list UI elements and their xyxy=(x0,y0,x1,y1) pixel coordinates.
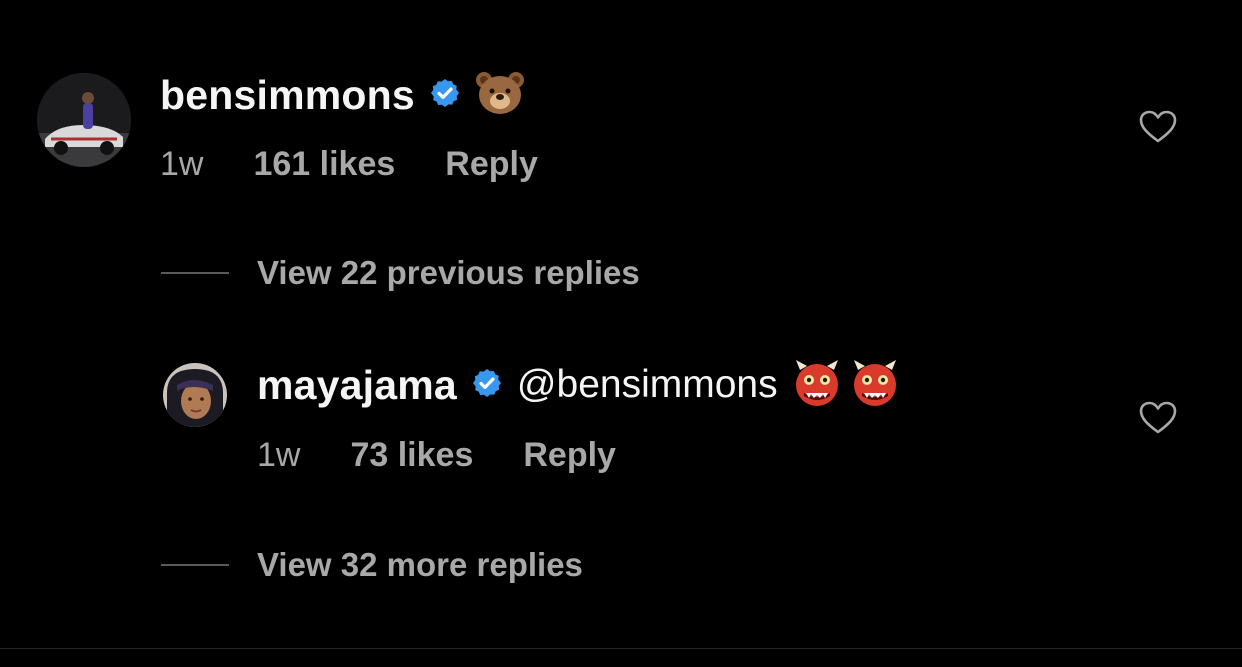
ogre-emoji xyxy=(792,358,842,413)
reply-button[interactable]: Reply xyxy=(523,436,616,475)
likes-count[interactable]: 73 likes xyxy=(350,436,473,475)
verified-badge-icon xyxy=(429,77,461,114)
view-previous-replies[interactable]: View 22 previous replies xyxy=(161,253,640,293)
avatar[interactable] xyxy=(37,73,131,167)
username[interactable]: bensimmons xyxy=(160,72,415,119)
avatar-photo-icon xyxy=(37,73,131,167)
likes-count[interactable]: 161 likes xyxy=(253,145,395,184)
username[interactable]: mayajama xyxy=(257,362,457,409)
reply-button[interactable]: Reply xyxy=(445,145,538,184)
thread-line xyxy=(161,564,229,566)
comment-time: 1w xyxy=(160,144,204,183)
bear-emoji xyxy=(475,70,525,121)
thread-line xyxy=(161,272,229,274)
ogre-emoji xyxy=(850,358,900,413)
comment-text: @bensimmons xyxy=(516,363,778,406)
comment-time: 1w xyxy=(257,435,301,474)
divider xyxy=(0,648,1242,649)
avatar-photo-icon xyxy=(163,363,227,427)
heart-outline-icon[interactable] xyxy=(1139,110,1177,144)
view-more-replies[interactable]: View 32 more replies xyxy=(161,545,583,585)
view-replies-label: View 22 previous replies xyxy=(257,254,640,291)
avatar[interactable] xyxy=(163,363,227,427)
verified-badge-icon xyxy=(471,367,503,404)
heart-outline-icon[interactable] xyxy=(1139,401,1177,435)
view-replies-label: View 32 more replies xyxy=(257,546,583,583)
